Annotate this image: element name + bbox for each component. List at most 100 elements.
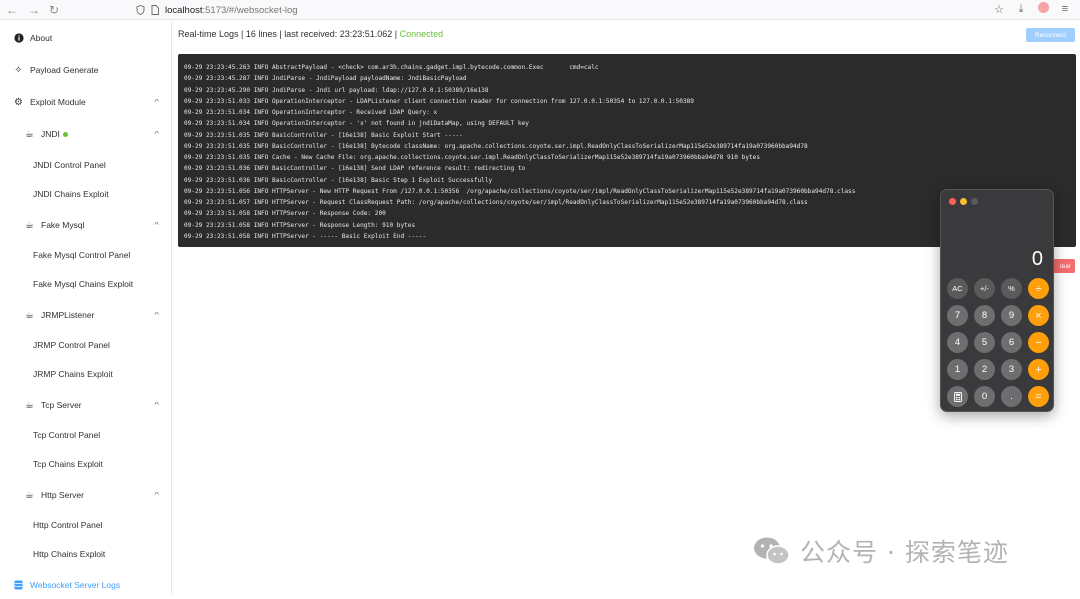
three-key[interactable]: 3 xyxy=(1001,359,1022,380)
sidebar-item-label: Websocket Server Logs xyxy=(30,580,121,590)
five-key[interactable]: 5 xyxy=(974,332,995,353)
magic-wand-icon: ✧ xyxy=(14,64,23,76)
clear-key[interactable]: AC xyxy=(947,278,968,299)
log-line: 09-29 23:23:51.057 INFO HTTPServer - Req… xyxy=(184,199,808,206)
zoom-window-button[interactable] xyxy=(971,198,978,205)
two-key[interactable]: 2 xyxy=(974,359,995,380)
equals-key[interactable]: = xyxy=(1028,386,1049,407)
sidebar-item-fake-mysql[interactable]: ☕ Fake Mysql ^ xyxy=(0,211,171,239)
sidebar-item-tcp-chains[interactable]: Tcp Chains Exploit xyxy=(0,450,171,478)
nine-key[interactable]: 9 xyxy=(1001,305,1022,326)
sidebar-item-jndi[interactable]: ☕ JNDI ^ xyxy=(0,120,171,148)
calculator-icon-key[interactable] xyxy=(947,386,968,407)
seven-key[interactable]: 7 xyxy=(947,305,968,326)
profile-icon[interactable] xyxy=(1036,2,1050,16)
browser-toolbar: ← → ↻ localhost:5173/#/websocket-log ☆ ⤓… xyxy=(0,0,1080,20)
back-icon[interactable]: ← xyxy=(4,2,20,18)
sidebar-item-label: Tcp Server xyxy=(41,400,82,410)
sidebar-item-fake-mysql-chains[interactable]: Fake Mysql Chains Exploit xyxy=(0,270,171,298)
sidebar-item-label: Http Chains Exploit xyxy=(33,549,106,559)
sidebar-item-label: Fake Mysql Control Panel xyxy=(33,250,131,260)
address-bar[interactable]: localhost:5173/#/websocket-log xyxy=(130,1,1050,19)
forward-icon[interactable]: → xyxy=(26,2,42,18)
sidebar-item-jrmp[interactable]: ☕ JRMPListener ^ xyxy=(0,301,171,329)
sidebar-item-http-control[interactable]: Http Control Panel xyxy=(0,511,171,539)
status-dot xyxy=(62,131,68,137)
sidebar-item-label: Tcp Control Panel xyxy=(33,430,101,440)
cup-icon: ☕ xyxy=(25,399,34,411)
log-line: 09-29 23:23:51.034 INFO OperationInterce… xyxy=(184,109,438,116)
one-key[interactable]: 1 xyxy=(947,359,968,380)
sidebar-item-label: Http Server xyxy=(41,490,84,500)
log-line: 09-29 23:23:51.036 INFO BasicController … xyxy=(184,176,493,184)
subtract-key[interactable]: − xyxy=(1028,332,1049,353)
sidebar-item-http-chains[interactable]: Http Chains Exploit xyxy=(0,540,171,568)
url-text: localhost:5173/#/websocket-log xyxy=(165,4,298,16)
chevron-up-icon: ^ xyxy=(154,491,159,499)
log-line: 09-29 23:23:51.036 INFO BasicController … xyxy=(184,165,526,173)
cup-icon: ☕ xyxy=(25,489,34,501)
percent-key[interactable]: % xyxy=(1001,278,1022,299)
download-icon[interactable]: ⤓ xyxy=(1014,3,1028,16)
decimal-key[interactable]: . xyxy=(1001,386,1022,407)
sidebar-item-label: Http Control Panel xyxy=(33,520,103,530)
sidebar-item-exploit-module[interactable]: ⚙ Exploit Module ^ xyxy=(0,88,171,116)
info-icon xyxy=(13,33,24,44)
four-key[interactable]: 4 xyxy=(947,332,968,353)
menu-icon[interactable]: ≡ xyxy=(1058,3,1072,15)
add-key[interactable]: + xyxy=(1028,359,1049,380)
sidebar-item-tcp-control[interactable]: Tcp Control Panel xyxy=(0,421,171,449)
sidebar-item-label: About xyxy=(30,33,53,43)
sidebar-item-label: JNDI Chains Exploit xyxy=(33,189,109,199)
sidebar-item-label: JNDI xyxy=(41,129,60,139)
minimize-window-button[interactable] xyxy=(960,198,967,205)
watermark-text: 公众号 · 探索笔迹 xyxy=(800,538,1009,567)
sidebar-item-label: Exploit Module xyxy=(30,97,86,107)
watermark: 公众号 · 探索笔迹 xyxy=(752,533,1009,569)
log-line: 09-29 23:23:51.056 INFO HTTPServer - New… xyxy=(184,187,856,195)
log-line: 09-29 23:23:45.287 INFO JndiParse - Jndi… xyxy=(184,75,467,83)
gear-icon: ⚙ xyxy=(14,96,23,108)
sidebar: About ✧ Payload Generate ⚙ Exploit Modul… xyxy=(0,21,172,594)
reconnect-button[interactable]: Reconnect xyxy=(1026,28,1075,42)
sidebar-item-label: JRMPListener xyxy=(41,310,95,320)
sidebar-item-label: Fake Mysql Chains Exploit xyxy=(33,279,134,289)
log-line: 09-29 23:23:51.058 INFO HTTPServer - Res… xyxy=(184,210,386,218)
sidebar-item-label: Payload Generate xyxy=(30,65,99,75)
sidebar-item-jndi-control[interactable]: JNDI Control Panel xyxy=(0,151,171,179)
sidebar-item-label: JRMP Control Panel xyxy=(33,340,110,350)
cup-icon: ☕ xyxy=(25,219,34,231)
reload-icon[interactable]: ↻ xyxy=(46,2,62,18)
sidebar-item-about[interactable]: About xyxy=(0,24,171,52)
log-line: 09-29 23:23:51.035 INFO BasicController … xyxy=(184,142,808,150)
zero-key[interactable]: 0 xyxy=(974,386,995,407)
log-status-text: Real-time Logs | 16 lines | last receive… xyxy=(178,29,400,39)
page-icon xyxy=(151,5,159,15)
sidebar-item-jrmp-control[interactable]: JRMP Control Panel xyxy=(0,331,171,359)
sidebar-item-payload-generate[interactable]: ✧ Payload Generate xyxy=(0,56,171,84)
sidebar-item-label: JNDI Control Panel xyxy=(33,160,106,170)
sidebar-item-tcp[interactable]: ☕ Tcp Server ^ xyxy=(0,391,171,419)
wechat-logo-icon xyxy=(754,537,790,565)
calculator-display: 0 xyxy=(1031,248,1043,270)
sign-key[interactable]: +/- xyxy=(974,278,995,299)
sidebar-item-label: JRMP Chains Exploit xyxy=(33,369,113,379)
six-key[interactable]: 6 xyxy=(1001,332,1022,353)
sidebar-item-label: Tcp Chains Exploit xyxy=(33,459,103,469)
log-line: 09-29 23:23:51.034 INFO OperationInterce… xyxy=(184,120,529,128)
eight-key[interactable]: 8 xyxy=(974,305,995,326)
multiply-key[interactable]: × xyxy=(1028,305,1049,326)
calculator-window[interactable]: 0 AC +/-% ÷ 7 8 9 × 4 5 6− 1 2 3 +0. = xyxy=(940,189,1054,412)
sidebar-item-fake-mysql-control[interactable]: Fake Mysql Control Panel xyxy=(0,241,171,269)
sidebar-item-jrmp-chains[interactable]: JRMP Chains Exploit xyxy=(0,360,171,388)
bookmark-star-icon[interactable]: ☆ xyxy=(992,3,1006,16)
close-window-button[interactable] xyxy=(949,198,956,205)
sidebar-item-jndi-chains[interactable]: JNDI Chains Exploit xyxy=(0,180,171,208)
log-line: 09-29 23:23:51.058 INFO HTTPServer - Res… xyxy=(184,221,416,229)
divide-key[interactable]: ÷ xyxy=(1028,278,1049,299)
sidebar-item-websocket-logs[interactable]: Websocket Server Logs xyxy=(0,571,171,599)
chevron-up-icon: ^ xyxy=(154,401,159,409)
chevron-up-icon: ^ xyxy=(154,130,159,138)
sidebar-item-http[interactable]: ☕ Http Server ^ xyxy=(0,481,171,509)
cup-icon: ☕ xyxy=(25,309,34,321)
